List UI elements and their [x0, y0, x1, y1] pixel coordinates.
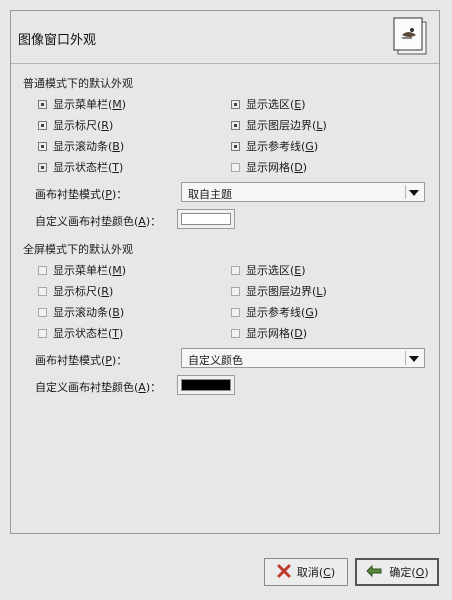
- checkbox-box[interactable]: [38, 307, 47, 317]
- preferences-panel: 图像窗口外观 普通模式下的默认外观 显示菜单栏(M) 显示标尺(R) 显示滚动条(B…: [10, 10, 440, 534]
- fs-right-checkbox-2[interactable]: 显示参考线(G): [231, 304, 318, 320]
- panel-header: 图像窗口外观: [11, 11, 439, 64]
- chevron-down-icon: [409, 190, 419, 196]
- fullscreen-section-title: 全屏模式下的默认外观: [23, 243, 133, 256]
- fullscreen-padding-mode-value: 自定义颜色: [188, 354, 243, 367]
- normal-left-checkbox-2[interactable]: 显示滚动条(B): [38, 138, 124, 154]
- normal-left-checkbox-0[interactable]: 显示菜单栏(M): [38, 96, 126, 112]
- normal-left-checkbox-1[interactable]: 显示标尺(R): [38, 117, 113, 133]
- normal-section-title: 普通模式下的默认外观: [23, 77, 133, 90]
- checkbox-box[interactable]: [231, 120, 240, 130]
- checkbox-label: 显示状态栏(T): [53, 327, 124, 340]
- normal-right-checkbox-2[interactable]: 显示参考线(G): [231, 138, 318, 154]
- normal-padding-mode-combo[interactable]: 取自主题: [181, 182, 425, 202]
- ok-arrow-icon: [365, 564, 383, 581]
- fs-left-checkbox-3[interactable]: 显示状态栏(T): [38, 325, 123, 341]
- normal-padding-color-label: 自定义画布衬垫颜色(A)：: [35, 215, 162, 228]
- fullscreen-padding-mode-combo[interactable]: 自定义颜色: [181, 348, 425, 368]
- checkbox-label: 显示网格(D): [246, 327, 308, 340]
- checkbox-box[interactable]: [231, 307, 240, 317]
- checkbox-box[interactable]: [38, 286, 47, 296]
- checkbox-label: 显示菜单栏(M): [53, 98, 127, 111]
- checkbox-box[interactable]: [231, 286, 240, 296]
- checkbox-label: 显示状态栏(T): [53, 161, 124, 174]
- checkbox-label: 显示菜单栏(M): [53, 264, 127, 277]
- ok-label: 确定(O): [389, 566, 429, 579]
- normal-padding-mode-label: 画布衬垫模式(P)：: [35, 188, 128, 201]
- checkbox-box[interactable]: [38, 162, 47, 172]
- fs-right-checkbox-0[interactable]: 显示选区(E): [231, 262, 306, 278]
- checkbox-label: 显示选区(E): [246, 264, 306, 277]
- checkbox-label: 显示滚动条(B): [53, 140, 125, 153]
- checkbox-label: 显示参考线(G): [246, 140, 319, 153]
- checkbox-label: 显示选区(E): [246, 98, 306, 111]
- checkbox-box[interactable]: [231, 99, 240, 109]
- fs-left-checkbox-1[interactable]: 显示标尺(R): [38, 283, 113, 299]
- checkbox-box[interactable]: [231, 141, 240, 151]
- fs-left-checkbox-0[interactable]: 显示菜单栏(M): [38, 262, 126, 278]
- normal-right-checkbox-0[interactable]: 显示选区(E): [231, 96, 306, 112]
- checkbox-box[interactable]: [38, 120, 47, 130]
- checkbox-box[interactable]: [38, 141, 47, 151]
- chevron-down-icon: [409, 356, 419, 362]
- ok-button[interactable]: 确定(O): [355, 558, 439, 586]
- image-window-icon: [393, 17, 429, 57]
- fullscreen-padding-mode-label: 画布衬垫模式(P)：: [35, 354, 128, 367]
- fullscreen-padding-color-label: 自定义画布衬垫颜色(A)：: [35, 381, 162, 394]
- normal-left-checkbox-3[interactable]: 显示状态栏(T): [38, 159, 123, 175]
- normal-color-swatch: [181, 213, 231, 225]
- normal-right-checkbox-3[interactable]: 显示网格(D): [231, 159, 307, 175]
- checkbox-box[interactable]: [231, 162, 240, 172]
- fs-right-checkbox-1[interactable]: 显示图层边界(L): [231, 283, 327, 299]
- checkbox-box[interactable]: [38, 265, 47, 275]
- fs-left-checkbox-2[interactable]: 显示滚动条(B): [38, 304, 124, 320]
- cancel-x-icon: [277, 564, 291, 581]
- checkbox-label: 显示图层边界(L): [246, 285, 327, 298]
- normal-padding-mode-value: 取自主题: [188, 188, 232, 201]
- checkbox-label: 显示参考线(G): [246, 306, 319, 319]
- checkbox-label: 显示图层边界(L): [246, 119, 327, 132]
- checkbox-box[interactable]: [231, 328, 240, 338]
- checkbox-box[interactable]: [38, 328, 47, 338]
- cancel-label: 取消(C): [296, 566, 336, 579]
- checkbox-label: 显示标尺(R): [53, 285, 114, 298]
- checkbox-label: 显示滚动条(B): [53, 306, 125, 319]
- fs-right-checkbox-3[interactable]: 显示网格(D): [231, 325, 307, 341]
- fullscreen-padding-color-button[interactable]: [177, 375, 235, 395]
- fullscreen-color-swatch: [181, 379, 231, 391]
- checkbox-box[interactable]: [231, 265, 240, 275]
- checkbox-label: 显示网格(D): [246, 161, 308, 174]
- normal-padding-color-button[interactable]: [177, 209, 235, 229]
- checkbox-box[interactable]: [38, 99, 47, 109]
- normal-right-checkbox-1[interactable]: 显示图层边界(L): [231, 117, 327, 133]
- checkbox-label: 显示标尺(R): [53, 119, 114, 132]
- page-title: 图像窗口外观: [18, 33, 97, 48]
- cancel-button[interactable]: 取消(C): [264, 558, 348, 586]
